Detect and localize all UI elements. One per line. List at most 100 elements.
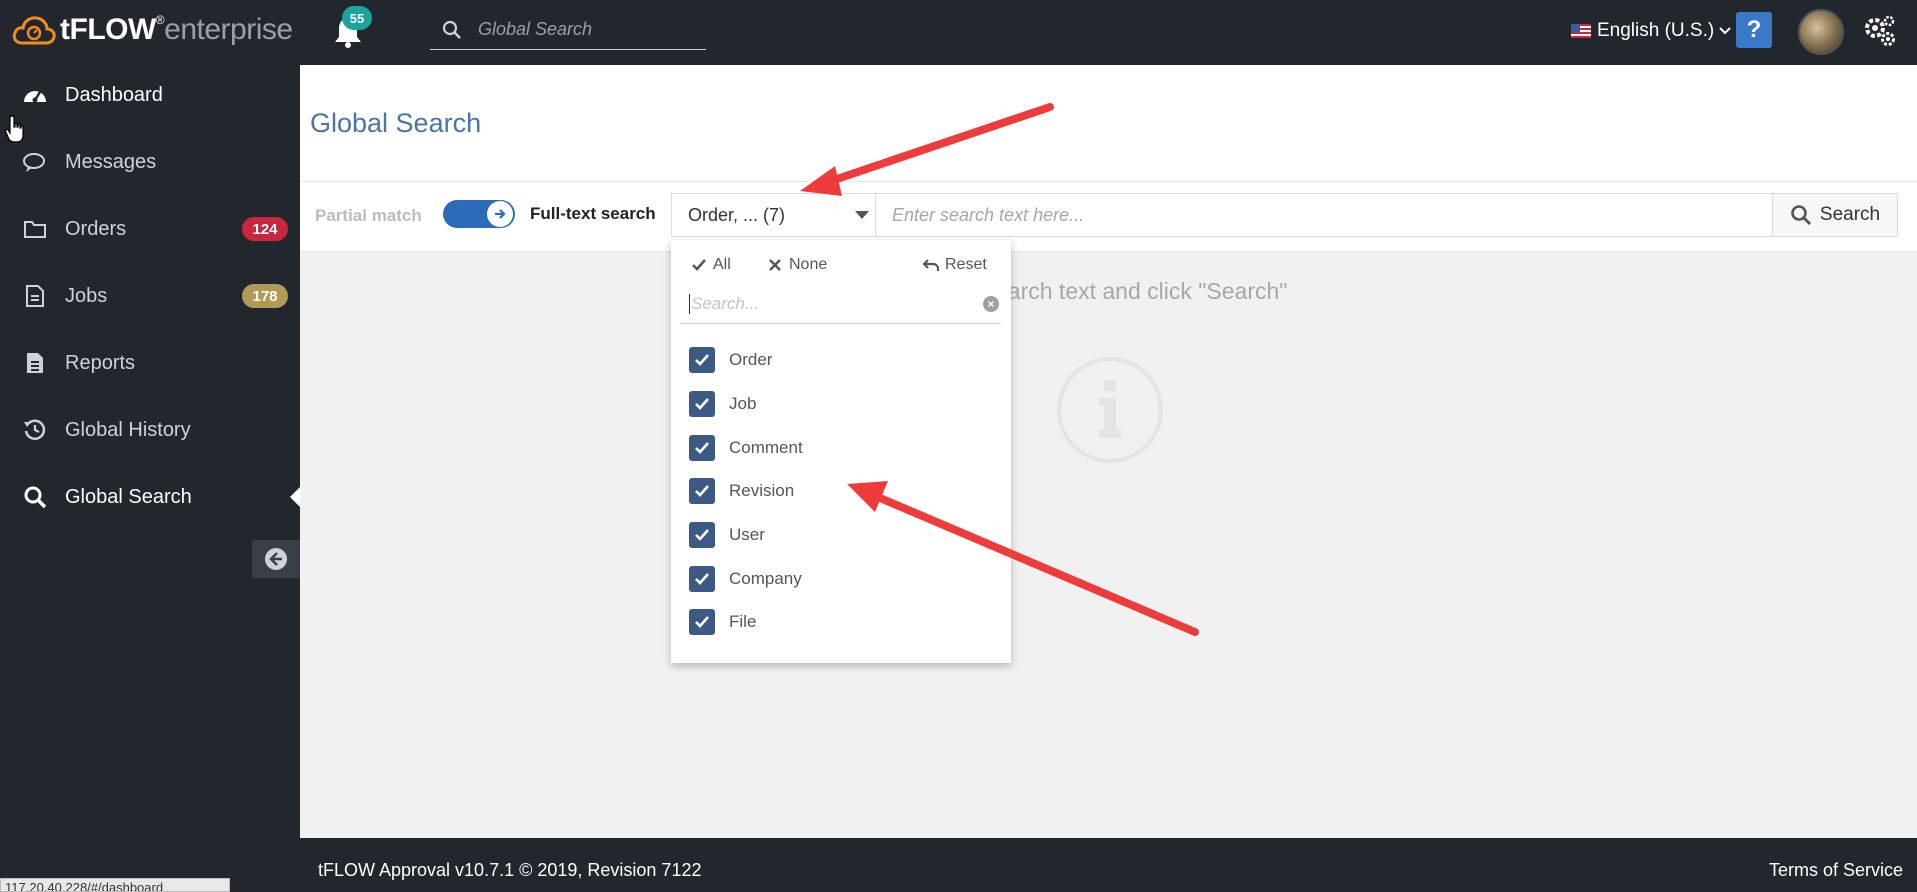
search-button-label: Search <box>1819 204 1881 225</box>
checkbox-checked-icon[interactable] <box>689 347 715 373</box>
dropdown-actions: All None Reset <box>691 256 991 278</box>
search-icon <box>1791 205 1811 226</box>
sidebar-item-label: Global Search <box>65 485 192 508</box>
object-type-select[interactable]: Order, ... (7) <box>671 193 876 237</box>
footer: tFLOW Approval v10.7.1 © 2019, Revision … <box>300 838 1917 892</box>
option-user[interactable]: User <box>689 521 765 549</box>
status-url-tooltip: 117.20.40.228/#/dashboard <box>0 878 230 892</box>
active-indicator <box>290 487 300 507</box>
history-icon <box>21 416 49 444</box>
avatar[interactable] <box>1798 9 1844 55</box>
orders-count-badge: 124 <box>242 217 288 241</box>
option-company[interactable]: Company <box>689 565 802 593</box>
page-title: Global Search <box>310 108 482 138</box>
search-button[interactable]: Search <box>1772 193 1898 237</box>
sidebar-item-label: Dashboard <box>65 83 163 106</box>
sidebar: Dashboard Messages Orders 124 Jobs 178 R… <box>0 65 300 838</box>
checkbox-checked-icon[interactable] <box>689 522 715 548</box>
language-label: English (U.S.) <box>1597 20 1715 41</box>
dropdown-search-input[interactable]: Search... × <box>681 284 1001 324</box>
option-order[interactable]: Order <box>689 346 772 374</box>
cloud-logo-icon <box>12 16 56 45</box>
checkbox-checked-icon[interactable] <box>689 566 715 592</box>
toggle-knob <box>487 201 513 227</box>
top-bar: tFLOW® enterprise 55 Global Search Engli… <box>0 0 1917 65</box>
partial-match-label[interactable]: Partial match <box>315 206 422 226</box>
option-label: File <box>729 612 757 631</box>
sidebar-item-global-search[interactable]: Global Search <box>0 467 300 527</box>
settings-gear-icon[interactable] <box>1862 13 1898 49</box>
global-search-input[interactable]: Global Search <box>430 10 706 50</box>
undo-icon <box>923 259 939 271</box>
close-icon <box>769 259 781 271</box>
select-all-button[interactable]: All <box>691 256 731 274</box>
jobs-count-badge: 178 <box>242 284 288 308</box>
sidebar-item-label: Reports <box>65 351 136 374</box>
sidebar-item-dashboard[interactable]: Dashboard <box>0 65 300 125</box>
select-none-button[interactable]: None <box>767 256 827 274</box>
select-none-label: None <box>789 256 828 273</box>
sidebar-item-messages[interactable]: Messages <box>0 132 300 192</box>
language-selector[interactable]: English (U.S.) <box>1571 20 1732 42</box>
brand-logo[interactable]: tFLOW® enterprise <box>12 12 293 48</box>
arrow-right-icon <box>495 209 506 219</box>
check-icon <box>692 259 706 271</box>
terms-of-service-link[interactable]: Terms of Service <box>1769 860 1903 881</box>
sidebar-item-label: Messages <box>65 150 157 173</box>
sidebar-item-global-history[interactable]: Global History <box>0 400 300 460</box>
sidebar-item-label: Global History <box>65 418 191 441</box>
checkbox-checked-icon[interactable] <box>689 478 715 504</box>
search-text-placeholder: Enter search text here... <box>892 204 1085 225</box>
search-text-input[interactable]: Enter search text here... <box>876 193 1773 237</box>
reset-label: Reset <box>945 256 987 273</box>
global-search-placeholder: Global Search <box>478 19 593 39</box>
empty-state-hint: earch text and click "Search" <box>995 278 1288 304</box>
option-job[interactable]: Job <box>689 390 756 418</box>
option-label: Order <box>729 350 773 369</box>
help-button[interactable]: ? <box>1736 12 1772 48</box>
reset-button[interactable]: Reset <box>923 256 987 274</box>
checkbox-checked-icon[interactable] <box>689 435 715 461</box>
arrow-left-circle-icon <box>265 548 287 570</box>
sidebar-item-orders[interactable]: Orders 124 <box>0 199 300 259</box>
info-icon <box>1057 357 1163 463</box>
sidebar-item-reports[interactable]: Reports <box>0 333 300 393</box>
full-text-search-label[interactable]: Full-text search <box>530 204 656 224</box>
document-icon <box>21 282 49 310</box>
collapse-sidebar-button[interactable] <box>252 540 300 578</box>
checkbox-checked-icon[interactable] <box>689 609 715 635</box>
version-info: tFLOW Approval v10.7.1 © 2019, Revision … <box>318 860 702 880</box>
sidebar-item-label: Orders <box>65 217 127 240</box>
option-label: Comment <box>729 438 803 457</box>
select-all-label: All <box>713 256 731 273</box>
option-file[interactable]: File <box>689 608 756 636</box>
option-label: User <box>729 525 765 544</box>
sidebar-item-jobs[interactable]: Jobs 178 <box>0 266 300 326</box>
dashboard-icon <box>21 81 49 109</box>
chevron-down-icon <box>1719 27 1731 35</box>
checkbox-checked-icon[interactable] <box>689 391 715 417</box>
folder-icon <box>21 215 49 243</box>
object-type-dropdown: All None Reset Search... × Order Job Com… <box>671 240 1011 663</box>
search-icon <box>21 483 49 511</box>
option-label: Revision <box>729 481 795 500</box>
search-mode-toggle[interactable] <box>443 200 515 228</box>
dropdown-search-placeholder: Search... <box>689 293 760 314</box>
option-label: Job <box>729 394 757 413</box>
option-comment[interactable]: Comment <box>689 434 803 462</box>
option-label: Company <box>729 569 802 588</box>
us-flag-icon <box>1571 24 1591 38</box>
search-icon <box>442 20 461 39</box>
option-revision[interactable]: Revision <box>689 477 794 505</box>
brand-name: tFLOW® <box>60 13 165 46</box>
caret-down-icon <box>855 211 869 219</box>
report-icon <box>21 349 49 377</box>
messages-icon <box>21 148 49 176</box>
brand-edition: enterprise <box>164 13 293 46</box>
sidebar-item-label: Jobs <box>65 284 108 307</box>
hand-cursor-icon <box>4 115 24 143</box>
page-header <box>300 65 1917 182</box>
notification-badge: 55 <box>342 6 372 30</box>
clear-icon[interactable]: × <box>983 296 999 312</box>
object-type-value: Order, ... (7) <box>688 204 786 225</box>
